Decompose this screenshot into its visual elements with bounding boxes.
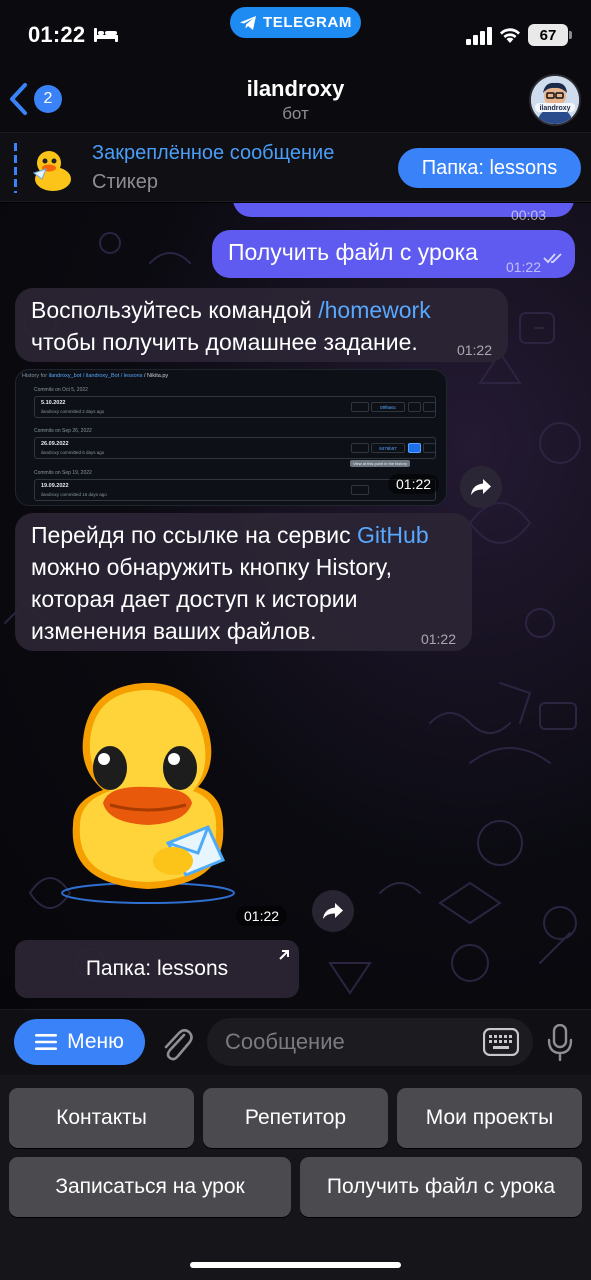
- message-outgoing-partial[interactable]: 00:03: [233, 203, 574, 223]
- avatar-image: ilandroxy: [531, 76, 579, 124]
- chat-header: 2 ilandroxy бот ilandroxy: [0, 70, 591, 132]
- external-link-icon: [279, 950, 289, 960]
- commit-group-header: Commits on Sep 19, 2022: [34, 470, 92, 476]
- message-time: 01:22: [456, 342, 492, 358]
- telegram-pill-label: TELEGRAM: [263, 14, 352, 31]
- sticker-time: 01:22: [236, 906, 288, 926]
- code-button[interactable]: [423, 402, 436, 412]
- inline-folder-button[interactable]: Папка: lessons: [15, 940, 299, 998]
- forward-icon: [471, 479, 491, 495]
- message-outgoing[interactable]: Получить файл с урока 01:22: [212, 230, 575, 278]
- keyboard-button-my-projects[interactable]: Мои проекты: [397, 1088, 582, 1148]
- keyboard-button-tutor[interactable]: Репетитор: [203, 1088, 388, 1148]
- commit-title: 5.10.2022: [41, 400, 66, 406]
- pinned-subtitle: Стикер: [92, 171, 158, 193]
- home-indicator[interactable]: [190, 1262, 401, 1268]
- keyboard-icon[interactable]: [483, 1028, 519, 1056]
- homework-command-link[interactable]: /homework: [318, 297, 430, 323]
- breadcrumb-prefix: History for: [22, 373, 49, 379]
- commit-meta: ilandroxy committed 2 days ago: [41, 409, 105, 414]
- keyboard-button-contacts[interactable]: Контакты: [9, 1088, 194, 1148]
- message-time: 00:03: [510, 207, 546, 223]
- telegram-pill[interactable]: TELEGRAM: [230, 7, 361, 38]
- telegram-icon: [240, 15, 257, 30]
- message-time: 01:22: [505, 259, 541, 275]
- status-time: 01:22: [28, 22, 86, 47]
- avatar[interactable]: ilandroxy: [529, 74, 581, 126]
- pinned-title: Закреплённое сообщение: [92, 142, 335, 164]
- duck-sticker-icon: [32, 151, 71, 191]
- avatar-text: ilandroxy: [539, 105, 570, 112]
- inline-button-label: Папка: lessons: [85, 957, 229, 980]
- image-message[interactable]: History for ilandroxy_bot / ilandroxy_Bo…: [15, 369, 447, 506]
- status-bar: 01:22 TELEGRAM 67: [0, 0, 591, 70]
- pinned-message-bar[interactable]: Закреплённое сообщение Стикер Папка: les…: [0, 132, 591, 202]
- menu-label: Меню: [67, 1030, 124, 1053]
- copy-sha-button[interactable]: [351, 485, 369, 495]
- code-button[interactable]: [423, 443, 436, 453]
- battery-icon: 67: [528, 24, 572, 46]
- commit-meta: ilandroxy committed 16 days ago: [41, 492, 107, 497]
- github-breadcrumb: History for ilandroxy_bot / ilandroxy_Bo…: [22, 373, 168, 379]
- double-check-icon: [543, 253, 562, 264]
- chat-area[interactable]: 00:03 Получить файл с урока 01:22 Воспол…: [0, 203, 591, 1009]
- commit-row[interactable]: 5.10.2022 ilandroxy committed 2 days ago…: [34, 396, 436, 418]
- attach-icon[interactable]: [158, 1023, 194, 1063]
- keyboard-button-get-lesson-file[interactable]: Получить файл с урока: [300, 1157, 582, 1217]
- forward-icon: [323, 903, 343, 919]
- commit-sha[interactable]: 8476b97: [371, 443, 405, 453]
- chat-subtitle: бот: [282, 104, 309, 123]
- message-text: Получить файл с урока: [228, 239, 478, 265]
- pinned-indicator: [14, 143, 17, 193]
- image-time: 01:22: [388, 474, 440, 494]
- github-link[interactable]: GitHub: [357, 522, 429, 548]
- history-tooltip: View at this point in the history: [350, 460, 410, 467]
- commit-row[interactable]: 19.09.2022 ilandroxy committed 16 days a…: [34, 479, 436, 501]
- signal-icon: [466, 27, 492, 45]
- browse-files-button[interactable]: [408, 402, 421, 412]
- commit-group-header: Commits on Oct 5, 2022: [34, 387, 88, 393]
- message-text: Перейдя по ссылке на сервис: [31, 522, 358, 548]
- commit-row[interactable]: 26.09.2022 ilandroxy committed 6 days ag…: [34, 437, 436, 459]
- breadcrumb-file: / Nikita.py: [142, 373, 169, 379]
- message-composer: Меню: [0, 1009, 591, 1075]
- message-text: чтобы получить домашнее задание.: [31, 329, 418, 355]
- battery-level: 67: [539, 26, 557, 44]
- message-time: 01:22: [420, 631, 456, 647]
- commit-group-header: Commits on Sep 26, 2022: [34, 428, 92, 434]
- duck-sticker[interactable]: [48, 675, 248, 905]
- commit-title: 26.09.2022: [41, 441, 69, 447]
- menu-icon: [35, 1034, 58, 1050]
- pinned-folder-button[interactable]: Папка: lessons: [398, 148, 581, 188]
- mic-icon[interactable]: [546, 1024, 574, 1062]
- message-incoming[interactable]: Воспользуйтесь командой /homework чтобы …: [15, 288, 508, 362]
- browse-files-button[interactable]: [408, 443, 421, 453]
- message-incoming[interactable]: Перейдя по ссылке на сервис GitHub можно…: [15, 513, 472, 651]
- copy-sha-button[interactable]: [351, 402, 369, 412]
- forward-button[interactable]: [460, 466, 502, 508]
- keyboard-button-book-lesson[interactable]: Записаться на урок: [9, 1157, 291, 1217]
- message-text: можно обнаружить кнопку History, которая…: [31, 554, 392, 644]
- bot-keyboard: Контакты Репетитор Мои проекты Записатьс…: [0, 1075, 591, 1280]
- wifi-icon: [500, 28, 520, 43]
- chat-title[interactable]: ilandroxy: [0, 76, 591, 102]
- breadcrumb-path: ilandroxy_bot / ilandroxy_Bot / lessons: [48, 373, 143, 379]
- message-text: Воспользуйтесь командой: [31, 297, 319, 323]
- bot-menu-button[interactable]: Меню: [14, 1019, 145, 1065]
- commit-meta: ilandroxy committed 6 days ago: [41, 450, 105, 455]
- commit-sha[interactable]: 09f9a6c: [371, 402, 405, 412]
- forward-button[interactable]: [312, 890, 354, 932]
- commit-title: 19.09.2022: [41, 483, 69, 489]
- bed-icon: [94, 28, 118, 42]
- copy-sha-button[interactable]: [351, 443, 369, 453]
